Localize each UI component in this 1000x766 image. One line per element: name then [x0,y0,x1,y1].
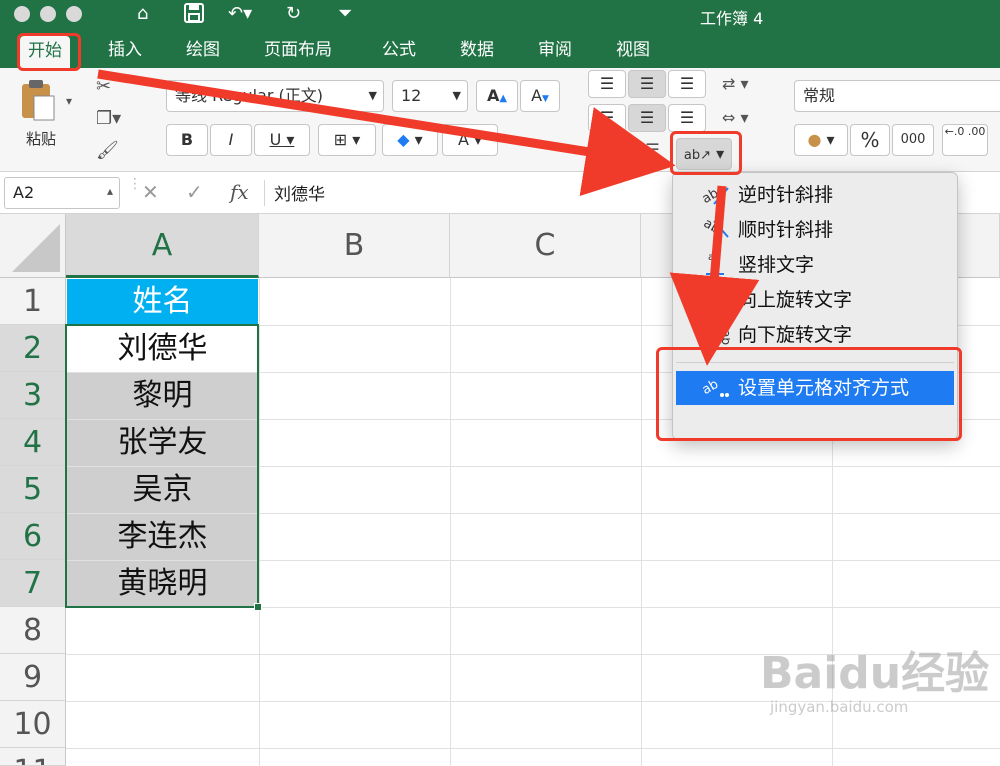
arrow-to-orientation [97,69,676,196]
arrow-to-format-alignment [669,185,760,366]
watermark-brand: Baidu经验 [760,648,990,699]
watermark-url: jingyan.baidu.com [770,698,909,716]
watermark: Baidu经验 jingyan.baidu.com [760,648,990,717]
